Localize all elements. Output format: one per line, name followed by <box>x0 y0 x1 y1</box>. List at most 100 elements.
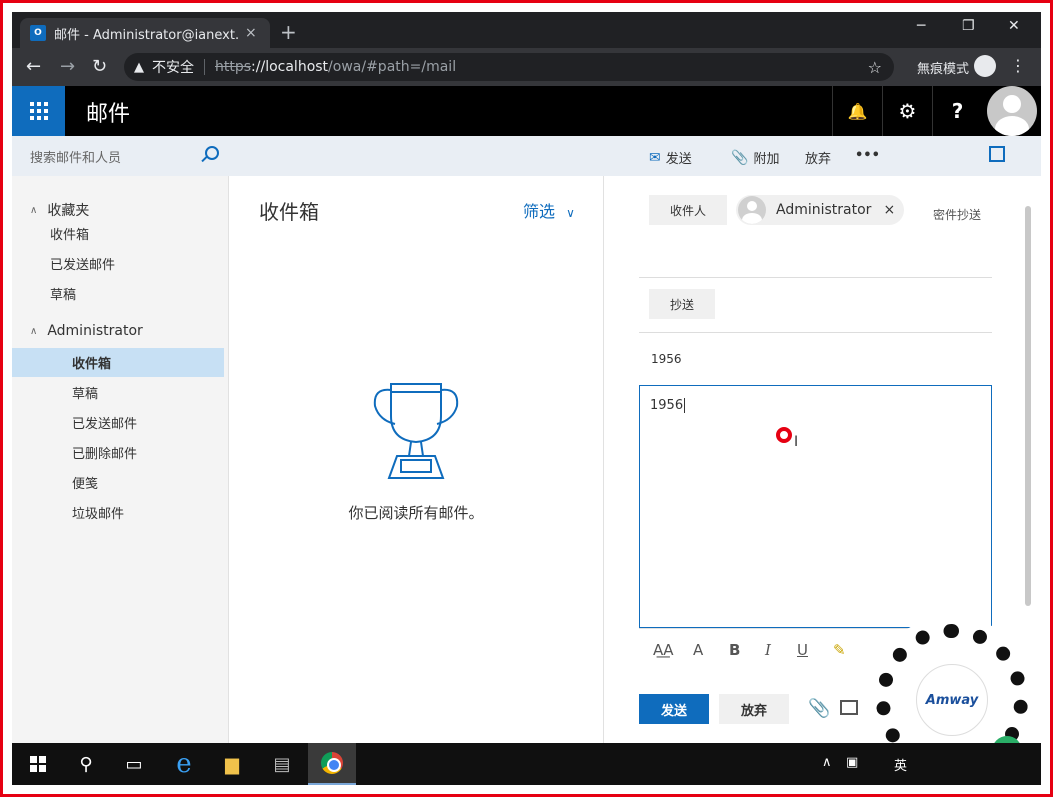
more-commands-button[interactable]: ••• <box>855 148 880 163</box>
task-view-icon: ▭ <box>125 753 143 775</box>
app-launcher-button[interactable] <box>12 86 65 136</box>
ibeam-cursor-icon: I <box>794 434 799 450</box>
forward-button[interactable]: → <box>60 56 75 77</box>
search-icon[interactable] <box>205 146 219 160</box>
tab-title: 邮件 - Administrator@ianext.co <box>54 27 239 43</box>
insecure-label[interactable]: 不安全 <box>152 57 194 77</box>
discard-button[interactable]: 放弃 <box>719 694 789 724</box>
gear-icon: ⚙ <box>898 99 917 123</box>
chrome-icon <box>321 752 343 774</box>
browser-tabstrip: O 邮件 - Administrator@ianext.co × + ─ ❐ ✕ <box>12 12 1041 48</box>
cc-button[interactable]: 抄送 <box>649 289 715 319</box>
windows-logo-icon <box>30 756 46 772</box>
ie-button[interactable]: e <box>160 743 208 785</box>
new-tab-button[interactable]: + <box>280 20 297 44</box>
input-language[interactable]: 英 <box>894 755 907 774</box>
warning-icon[interactable]: ▲ <box>134 60 144 75</box>
compose-scrollbar[interactable] <box>1025 206 1031 606</box>
insert-image-icon[interactable] <box>840 700 858 715</box>
incognito-label[interactable]: 無痕模式 <box>917 58 969 77</box>
incognito-icon[interactable] <box>974 55 996 77</box>
folder-drafts[interactable]: 草稿 <box>12 378 224 407</box>
account-header[interactable]: ∧ Administrator <box>30 323 143 339</box>
internet-explorer-icon: e <box>176 749 192 779</box>
close-tab-icon[interactable]: × <box>245 25 257 41</box>
waffle-icon <box>29 102 48 120</box>
url-path: /owa/#path=/mail <box>328 59 457 75</box>
highlight-icon[interactable]: ✎ <box>833 641 846 659</box>
screenshot-frame: O 邮件 - Administrator@ianext.co × + ─ ❐ ✕… <box>0 0 1053 797</box>
windows-taskbar: ⚲ ▭ e ▆ ▤ ∧ ▣ 英 <box>12 743 1041 785</box>
bcc-link[interactable]: 密件抄送 <box>933 206 981 223</box>
send-command[interactable]: ✉ 发送 <box>649 148 692 168</box>
search-box[interactable]: 搜索邮件和人员 <box>12 136 229 176</box>
address-bar[interactable]: ▲ 不安全 https ://localhost /owa/#path=/mai… <box>124 53 894 81</box>
bold-icon[interactable]: B <box>729 641 740 659</box>
notifications-button[interactable]: 🔔 <box>832 86 882 136</box>
list-title: 收件箱 <box>259 200 319 224</box>
grow-font-icon[interactable]: A <box>693 641 703 659</box>
favorites-header[interactable]: ∧ 收藏夹 <box>30 200 89 220</box>
network-icon[interactable]: ▣ <box>846 755 858 770</box>
bookmark-star-icon[interactable]: ☆ <box>868 58 882 77</box>
back-button[interactable]: ← <box>26 56 41 77</box>
filter-button[interactable]: 筛选 ∨ <box>523 198 575 222</box>
mouse-cursor-highlight <box>776 427 792 443</box>
search-icon: ⚲ <box>79 753 93 775</box>
settings-button[interactable]: ⚙ <box>882 86 932 136</box>
folder-notes[interactable]: 便笺 <box>12 468 224 497</box>
app-title: 邮件 <box>86 102 131 127</box>
file-explorer-button[interactable]: ▆ <box>208 743 256 785</box>
message-body-editor[interactable]: 1956 I <box>639 385 992 628</box>
paperclip-icon[interactable]: 📎 <box>808 698 830 719</box>
send-mail-icon: ✉ <box>649 149 661 166</box>
remove-recipient-icon[interactable]: × <box>883 202 895 218</box>
favorite-inbox[interactable]: 收件箱 <box>12 219 224 248</box>
folder-pane: ∧ 收藏夹 收件箱 已发送邮件 草稿 ∧ Administrator 收件箱 草… <box>12 176 229 743</box>
reload-button[interactable]: ↻ <box>92 56 107 77</box>
folder-deleted[interactable]: 已删除邮件 <box>12 438 224 467</box>
underline-icon[interactable]: U <box>797 641 808 659</box>
folder-sent[interactable]: 已发送邮件 <box>12 408 224 437</box>
chrome-taskbar-button[interactable] <box>308 743 356 785</box>
trophy-icon <box>373 383 459 479</box>
server-manager-button[interactable]: ▤ <box>258 743 306 785</box>
chevron-up-icon: ∧ <box>30 325 38 337</box>
attach-command[interactable]: 📎 附加 <box>731 148 779 168</box>
popout-icon[interactable] <box>989 146 1005 162</box>
browser-toolbar: ← → ↻ ▲ 不安全 https ://localhost /owa/#pat… <box>12 48 1041 86</box>
user-avatar[interactable] <box>987 86 1037 136</box>
owa-header: 邮件 🔔 ⚙ ? <box>12 86 1041 136</box>
tray-chevron-icon[interactable]: ∧ <box>822 755 832 770</box>
message-list-pane: 收件箱 筛选 ∨ 你已阅读所有邮件。 <box>229 176 603 743</box>
browser-menu-icon[interactable]: ⋮ <box>1010 56 1026 75</box>
font-size-icon[interactable]: A͟A <box>653 641 674 659</box>
favorite-drafts[interactable]: 草稿 <box>12 279 224 308</box>
folder-inbox[interactable]: 收件箱 <box>12 348 224 377</box>
discard-command[interactable]: 放弃 <box>805 148 831 167</box>
send-button[interactable]: 发送 <box>639 694 709 724</box>
help-button[interactable]: ? <box>932 86 982 136</box>
empty-state-message: 你已阅读所有邮件。 <box>348 504 484 522</box>
italic-icon[interactable]: I <box>765 641 771 659</box>
outlook-icon: O <box>30 25 46 41</box>
desktop: O 邮件 - Administrator@ianext.co × + ─ ❐ ✕… <box>12 12 1041 785</box>
task-view-button[interactable]: ▭ <box>110 743 158 785</box>
close-window-button[interactable]: ✕ <box>1008 18 1020 34</box>
search-input[interactable]: 搜索邮件和人员 <box>30 147 121 166</box>
folder-junk[interactable]: 垃圾邮件 <box>12 498 224 527</box>
divider <box>639 332 992 333</box>
favorite-sent[interactable]: 已发送邮件 <box>12 249 224 278</box>
recipient-chip[interactable]: Administrator × <box>736 195 904 225</box>
maximize-button[interactable]: ❐ <box>962 18 975 34</box>
server-manager-icon: ▤ <box>273 753 291 775</box>
divider <box>204 59 205 75</box>
taskbar-search-button[interactable]: ⚲ <box>62 743 110 785</box>
start-button[interactable] <box>14 743 62 785</box>
browser-tab-mail[interactable]: O 邮件 - Administrator@ianext.co × <box>20 18 270 48</box>
paperclip-icon: 📎 <box>731 149 749 166</box>
minimize-button[interactable]: ─ <box>917 18 925 34</box>
subject-field[interactable]: 1956 <box>651 352 682 366</box>
help-icon: ? <box>951 99 964 123</box>
to-button[interactable]: 收件人 <box>649 195 727 225</box>
